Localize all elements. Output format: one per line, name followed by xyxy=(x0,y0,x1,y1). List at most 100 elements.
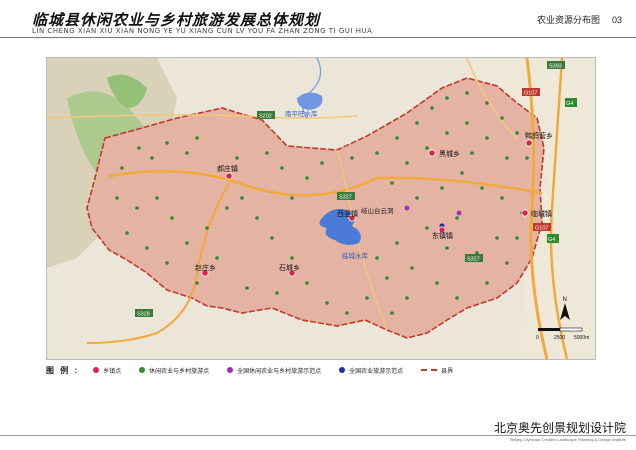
road-shield-g4-south: G4 xyxy=(547,234,559,243)
leisure-point xyxy=(290,256,294,260)
leisure-point xyxy=(275,291,279,295)
leisure-point xyxy=(290,196,294,200)
leisure-point xyxy=(125,231,129,235)
company-name-en: Beijing Olymxian Creative Landscape Plan… xyxy=(510,437,626,442)
leisure-point xyxy=(435,281,439,285)
svg-text:鸭鸽营乡: 鸭鸽营乡 xyxy=(525,131,553,140)
svg-text:临城镇: 临城镇 xyxy=(531,209,552,218)
leisure-point xyxy=(405,296,409,300)
red-dot-icon xyxy=(93,367,100,373)
svg-text:5000m: 5000m xyxy=(574,335,589,341)
leisure-point xyxy=(425,226,429,230)
leisure-point xyxy=(485,136,489,140)
svg-text:G107: G107 xyxy=(535,226,548,232)
legend-item-national-agri: 全国农业旅游示范点 xyxy=(339,366,403,375)
leisure-point xyxy=(500,116,504,120)
leisure-point xyxy=(375,256,379,260)
svg-text:S328: S328 xyxy=(137,312,150,318)
svg-text:S202: S202 xyxy=(259,114,272,120)
svg-text:G107: G107 xyxy=(524,91,537,97)
footer-divider xyxy=(0,435,636,436)
map-canvas: 南平旺水库 临城水库 岐山台云洞 S202 S327 S327 G107 G10… xyxy=(47,58,595,359)
leisure-point xyxy=(265,151,269,155)
leisure-point xyxy=(137,146,141,150)
road-shield-g107: G107 xyxy=(522,88,540,97)
svg-text:2500: 2500 xyxy=(554,335,565,341)
leisure-point xyxy=(445,131,449,135)
leisure-point xyxy=(350,156,354,160)
svg-text:N: N xyxy=(563,297,567,303)
road-shield-s327: S327 xyxy=(337,192,355,201)
leisure-point xyxy=(240,196,244,200)
leisure-point xyxy=(415,196,419,200)
svg-text:郝庄镇: 郝庄镇 xyxy=(217,164,238,173)
page-number: 03 xyxy=(611,15,622,25)
svg-text:0: 0 xyxy=(536,335,539,341)
leisure-point xyxy=(135,206,139,210)
road-shield-g4: G4 xyxy=(565,98,577,107)
blue-dot-icon xyxy=(339,367,346,373)
legend-label: 乡镇点 xyxy=(103,368,122,375)
leisure-point xyxy=(375,151,379,155)
leisure-point xyxy=(430,106,434,110)
leisure-point xyxy=(445,96,449,100)
legend-item-leisure: 休闲农业与乡村旅游点 xyxy=(139,366,209,375)
road-shield-s328: S328 xyxy=(135,309,153,318)
road-shield-s202: S202 xyxy=(257,111,275,120)
leisure-point xyxy=(245,286,249,290)
leisure-point xyxy=(235,156,239,160)
leisure-point xyxy=(305,281,309,285)
leisure-point xyxy=(280,166,284,170)
label-lincheng-reservoir: 临城水库 xyxy=(342,251,369,260)
leisure-point xyxy=(525,156,529,160)
leisure-point xyxy=(365,296,369,300)
leisure-point xyxy=(225,206,229,210)
road-shield-g107-south: G107 xyxy=(533,223,551,232)
leisure-point xyxy=(385,276,389,280)
leisure-point xyxy=(205,226,209,230)
leisure-point xyxy=(195,136,199,140)
leisure-point xyxy=(165,141,169,145)
leisure-point xyxy=(470,151,474,155)
legend-item-national-leisure: 全国休闲农业与乡村旅游示范点 xyxy=(227,366,321,375)
leisure-point xyxy=(185,241,189,245)
svg-text:石城乡: 石城乡 xyxy=(279,264,300,272)
legend: 图 例 : 乡镇点 休闲农业与乡村旅游点 全国休闲农业与乡村旅游示范点 全国农业… xyxy=(46,362,594,378)
leisure-point xyxy=(390,311,394,315)
leisure-point xyxy=(155,196,159,200)
label-qishan-scenic: 岐山台云洞 xyxy=(361,206,394,215)
leisure-point xyxy=(500,196,504,200)
green-dot-icon xyxy=(139,367,146,373)
svg-text:S393: S393 xyxy=(549,64,562,70)
label-nanping-reservoir: 南平旺水库 xyxy=(285,109,318,118)
leisure-point xyxy=(495,236,499,240)
map-panel: 南平旺水库 临城水库 岐山台云洞 S202 S327 S327 G107 G10… xyxy=(46,57,596,360)
leisure-point xyxy=(505,261,509,265)
svg-text:S327: S327 xyxy=(467,257,480,263)
leisure-point xyxy=(410,266,414,270)
road-shield-s393: S393 xyxy=(547,61,565,70)
leisure-point xyxy=(325,301,329,305)
leisure-point xyxy=(150,156,154,160)
svg-text:东镇镇: 东镇镇 xyxy=(432,231,453,240)
svg-text:S327: S327 xyxy=(339,195,352,201)
leisure-point xyxy=(405,161,409,165)
svg-text:黑城乡: 黑城乡 xyxy=(439,150,460,158)
leisure-point xyxy=(505,156,509,160)
leisure-point xyxy=(440,186,444,190)
boundary-line-icon xyxy=(421,369,438,371)
svg-text:赵庄乡: 赵庄乡 xyxy=(195,263,216,272)
legend-title: 图 例 : xyxy=(46,365,80,375)
leisure-point xyxy=(255,216,259,220)
leisure-point xyxy=(515,131,519,135)
legend-label: 县界 xyxy=(441,368,454,375)
leisure-point xyxy=(195,281,199,285)
purple-dot-icon xyxy=(227,367,234,373)
section-header: 农业资源分布图 03 xyxy=(537,13,622,26)
leisure-point xyxy=(395,136,399,140)
leisure-point xyxy=(270,236,274,240)
road-shield-s327-east: S327 xyxy=(465,254,483,263)
leisure-point xyxy=(215,256,219,260)
legend-label: 全国农业旅游示范点 xyxy=(349,368,404,375)
svg-text:G4: G4 xyxy=(566,101,573,107)
